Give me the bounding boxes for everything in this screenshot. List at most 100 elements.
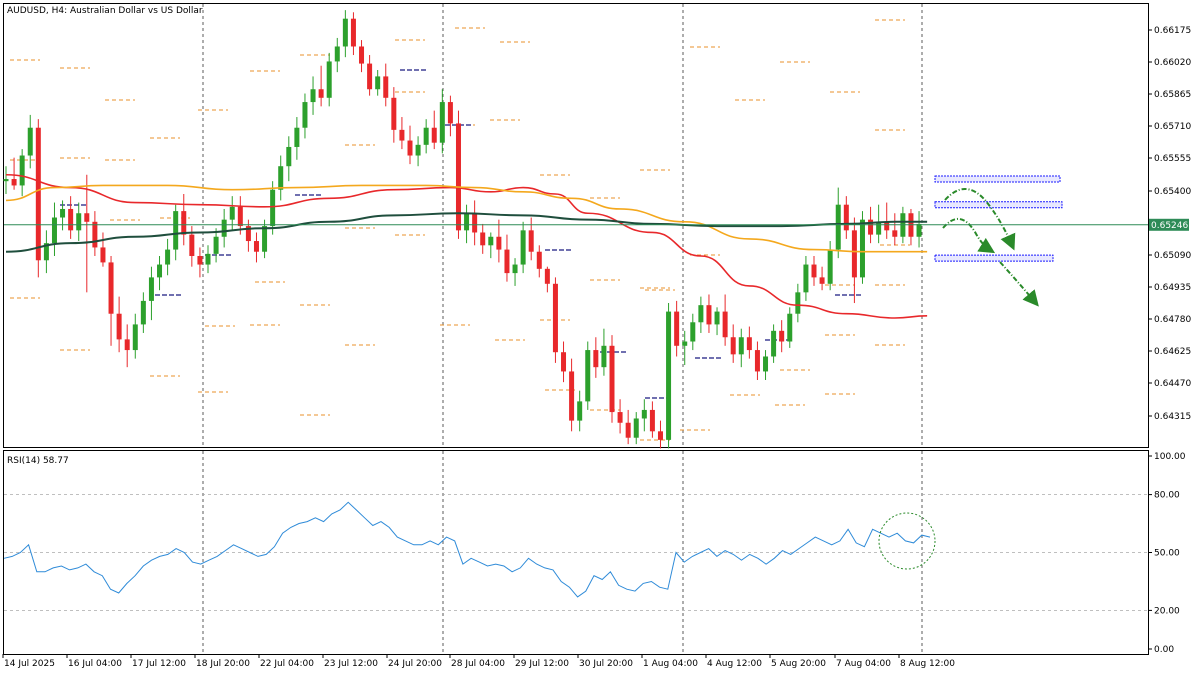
- candle: [787, 307, 793, 348]
- candle: [827, 241, 833, 291]
- time-tick-label: 29 Jul 12:00: [515, 659, 569, 669]
- candle: [674, 300, 680, 357]
- candle: [544, 266, 550, 293]
- time-tick-label: 28 Jul 04:00: [451, 659, 505, 669]
- candle: [391, 87, 397, 143]
- rsi-tick-label: 80.00: [1154, 491, 1180, 501]
- current-price-label: 0.65246: [1151, 221, 1188, 231]
- candle: [140, 292, 146, 333]
- projection-arrow-1: [944, 188, 1016, 251]
- rsi-tick-label: 100.00: [1154, 452, 1186, 462]
- candle: [383, 63, 389, 107]
- candle: [334, 37, 340, 73]
- rsi-tick-label: 50.00: [1154, 549, 1180, 559]
- time-tick-label: 23 Jul 12:00: [324, 659, 378, 669]
- time-tick-label: 7 Aug 04:00: [836, 659, 891, 669]
- price-tick-label: 0.65710: [1154, 122, 1191, 132]
- candle: [157, 256, 163, 291]
- trading-chart: 0.65246 0.66175 0.66020 0.65865 0.65710 0.65…: [2, 3, 1191, 669]
- price-tick-label: 0.65865: [1154, 90, 1191, 100]
- time-tick-label: 14 Jul 2025: [4, 659, 55, 669]
- candle: [698, 296, 704, 333]
- candle: [657, 420, 663, 449]
- candle: [205, 245, 211, 274]
- candle: [843, 196, 849, 239]
- candle: [601, 328, 607, 376]
- candle: [771, 324, 777, 363]
- candle: [124, 324, 130, 368]
- rsi-title: RSI(14) 58.77: [7, 456, 69, 466]
- candle: [270, 181, 276, 235]
- candle: [415, 136, 421, 167]
- chart-title: AUDUSD, H4: Australian Dollar vs US Doll…: [7, 6, 203, 16]
- candle: [585, 341, 591, 410]
- candle: [488, 232, 494, 259]
- candle: [3, 166, 9, 194]
- candle: [447, 95, 453, 137]
- candle: [431, 110, 437, 150]
- candle: [803, 256, 809, 301]
- candle: [884, 202, 890, 239]
- candle: [835, 187, 841, 259]
- candle: [536, 245, 542, 278]
- price-tick-label: 0.64315: [1154, 412, 1191, 422]
- price-tick-label: 0.65555: [1154, 154, 1191, 164]
- candle: [302, 93, 308, 139]
- candle: [633, 412, 639, 445]
- candle: [464, 204, 470, 244]
- candle: [480, 223, 486, 254]
- candle: [399, 117, 405, 150]
- time-tick-label: 30 Jul 20:00: [579, 659, 633, 669]
- candlesticks: [3, 10, 922, 449]
- time-tick-label: 5 Aug 20:00: [771, 659, 826, 669]
- candle: [294, 117, 300, 160]
- candle: [851, 217, 857, 304]
- candle: [795, 283, 801, 323]
- candle: [310, 76, 316, 115]
- candle: [92, 211, 98, 256]
- rsi-tick-label: 0.00: [1154, 645, 1174, 655]
- price-tick-label: 0.66020: [1154, 58, 1191, 68]
- price-zone: [934, 201, 1063, 209]
- candle: [593, 337, 599, 378]
- time-tick-label: 24 Jul 20:00: [388, 659, 442, 669]
- rsi-tick-label: 20.00: [1154, 606, 1180, 616]
- candle: [35, 119, 41, 278]
- candle: [100, 232, 106, 267]
- candle: [148, 266, 154, 321]
- candle: [730, 324, 736, 363]
- price-tick-label: 0.64780: [1154, 315, 1191, 325]
- price-tick-label: 0.65090: [1154, 251, 1191, 261]
- candle: [916, 211, 922, 248]
- candle: [811, 256, 817, 286]
- candle: [51, 202, 57, 256]
- candle: [43, 230, 49, 274]
- candle: [908, 208, 914, 246]
- candle: [561, 341, 567, 383]
- time-tick-label: 4 Aug 12:00: [707, 659, 762, 669]
- candle: [859, 211, 865, 284]
- price-tick-label: 0.66175: [1154, 26, 1191, 36]
- candle: [472, 200, 478, 246]
- candle: [552, 277, 558, 363]
- price-tick-label: 0.64470: [1154, 379, 1191, 389]
- candle: [496, 219, 502, 263]
- candle: [278, 155, 284, 201]
- candle: [286, 136, 292, 182]
- candle: [19, 149, 25, 197]
- candle: [197, 247, 203, 278]
- candle: [722, 294, 728, 346]
- price-zone: [934, 254, 1054, 262]
- price-zone: [934, 175, 1061, 183]
- candle: [359, 40, 365, 73]
- candle: [116, 296, 122, 353]
- candle: [439, 89, 445, 154]
- candle: [213, 228, 219, 263]
- candle: [819, 266, 825, 291]
- candle: [342, 10, 348, 58]
- candle: [738, 328, 744, 368]
- candle: [779, 320, 785, 353]
- candle: [577, 390, 583, 432]
- candle: [504, 234, 510, 282]
- candle: [181, 194, 187, 246]
